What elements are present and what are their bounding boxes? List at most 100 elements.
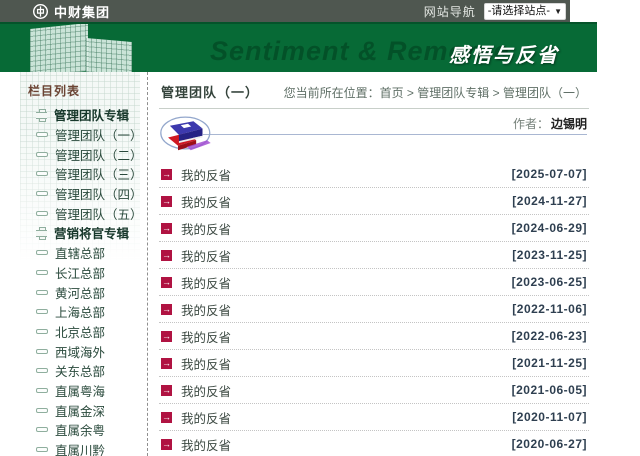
author-band: 作者：边锡明 bbox=[159, 109, 589, 159]
arrow-icon: → bbox=[161, 331, 172, 342]
sidebar-item[interactable]: 北京总部 bbox=[0, 322, 147, 342]
content-header: 管理团队（一） 您当前所在位置：首页 > 管理团队专辑 > 管理团队（一） bbox=[159, 80, 589, 109]
article-date: [2021-06-05] bbox=[512, 383, 587, 397]
arrow-icon: → bbox=[161, 304, 172, 315]
sidebar-item-label: 直属余粤 bbox=[55, 420, 105, 439]
article-link[interactable]: 我的反省 bbox=[181, 192, 231, 211]
article-date: [2021-11-25] bbox=[512, 356, 587, 370]
sidebar-item[interactable]: 管理团队（五） bbox=[0, 203, 147, 223]
sidebar-item[interactable]: 直属金深 bbox=[0, 400, 147, 420]
minus-icon bbox=[36, 171, 48, 176]
sidebar-item-label: 管理团队（三） bbox=[55, 164, 143, 183]
minus-icon bbox=[36, 152, 48, 157]
sidebar-item[interactable]: 上海总部 bbox=[0, 302, 147, 322]
site-logo[interactable]: 中财集团 bbox=[32, 2, 110, 21]
article-date: [2022-11-06] bbox=[512, 302, 587, 316]
sidebar-item-label: 长江总部 bbox=[55, 263, 105, 282]
minus-icon bbox=[36, 270, 48, 275]
sidebar: 栏目列表 管理团队专辑管理团队（一）管理团队（二）管理团队（三）管理团队（四）管… bbox=[0, 72, 148, 456]
books-icon bbox=[159, 111, 217, 155]
plus-icon bbox=[36, 227, 47, 238]
sidebar-item[interactable]: 直属粤海 bbox=[0, 381, 147, 401]
sidebar-item[interactable]: 直属余粤 bbox=[0, 420, 147, 440]
article-row: →我的反省[2023-06-25] bbox=[159, 269, 589, 296]
article-row: → 我的反省 [2021-11-25] bbox=[159, 350, 589, 377]
article-link[interactable]: 我的反省 bbox=[181, 435, 231, 454]
breadcrumb-link[interactable]: 管理团队专辑 bbox=[417, 86, 489, 100]
article-link[interactable]: 我的反省 bbox=[181, 381, 231, 400]
arrow-icon: → bbox=[161, 412, 172, 423]
minus-icon bbox=[36, 447, 48, 452]
article-link[interactable]: 我的反省 bbox=[181, 354, 231, 373]
site-select-dropdown[interactable]: -请选择站点- ▼ bbox=[484, 3, 566, 20]
logo-circle-icon bbox=[32, 3, 49, 20]
building-graphic bbox=[86, 38, 132, 72]
article-link[interactable]: 我的反省 bbox=[181, 327, 231, 346]
article-link[interactable]: 我的反省 bbox=[181, 300, 231, 319]
author-line: 作者：边锡明 bbox=[513, 115, 587, 132]
minus-icon bbox=[36, 309, 48, 314]
sidebar-item[interactable]: 营销将官专辑 bbox=[0, 223, 147, 243]
minus-icon bbox=[36, 211, 48, 216]
article-date: [2023-11-25] bbox=[512, 248, 587, 262]
minus-icon bbox=[36, 132, 48, 137]
sidebar-item[interactable]: 管理团队（一） bbox=[0, 125, 147, 145]
arrow-icon: → bbox=[161, 358, 172, 369]
article-date: [2022-06-23] bbox=[512, 329, 587, 343]
sidebar-item-label: 上海总部 bbox=[55, 302, 105, 321]
sidebar-item-label: 管理团队（四） bbox=[55, 184, 143, 203]
arrow-icon: → bbox=[161, 169, 172, 180]
minus-icon bbox=[36, 368, 48, 373]
minus-icon bbox=[36, 329, 48, 334]
sidebar-item[interactable]: 管理团队（三） bbox=[0, 164, 147, 184]
sidebar-item[interactable]: 关东总部 bbox=[0, 361, 147, 381]
minus-icon bbox=[36, 191, 48, 196]
sidebar-item-label: 黄河总部 bbox=[55, 283, 105, 302]
article-link[interactable]: 我的反省 bbox=[181, 273, 231, 292]
main-content: 管理团队（一） 您当前所在位置：首页 > 管理团队专辑 > 管理团队（一） 作者… bbox=[149, 72, 597, 456]
author-name: 边锡明 bbox=[551, 117, 587, 131]
article-link[interactable]: 我的反省 bbox=[181, 165, 231, 184]
sidebar-item[interactable]: 直辖总部 bbox=[0, 243, 147, 263]
breadcrumb-link[interactable]: 首页 bbox=[380, 86, 404, 100]
sidebar-item[interactable]: 管理团队（二） bbox=[0, 144, 147, 164]
banner: Sentiment & Remorse 感悟与反省 bbox=[0, 22, 597, 72]
arrow-icon: → bbox=[161, 385, 172, 396]
site-select-value: -请选择站点- bbox=[488, 4, 550, 19]
building-graphic bbox=[30, 23, 88, 72]
sidebar-item-label: 管理团队专辑 bbox=[54, 105, 129, 124]
author-label: 作者： bbox=[513, 117, 549, 131]
article-link[interactable]: 我的反省 bbox=[181, 408, 231, 427]
minus-icon bbox=[36, 349, 48, 354]
logo-text: 中财集团 bbox=[54, 2, 110, 21]
breadcrumb-label: 您当前所在位置： bbox=[284, 86, 380, 100]
article-link[interactable]: 我的反省 bbox=[181, 246, 231, 265]
sidebar-item-label: 营销将官专辑 bbox=[54, 223, 129, 242]
sidebar-item[interactable]: 黄河总部 bbox=[0, 282, 147, 302]
article-row: →我的反省[2020-11-07] bbox=[159, 404, 589, 431]
divider-line bbox=[203, 134, 587, 135]
top-bar: 中财集团 网站导航 -请选择站点- ▼ bbox=[0, 0, 570, 22]
arrow-icon: → bbox=[161, 196, 172, 207]
article-row: → 我的反省 [2022-11-06] bbox=[159, 296, 589, 323]
sidebar-item-label: 关东总部 bbox=[55, 361, 105, 380]
sidebar-item[interactable]: 管理团队专辑 bbox=[0, 105, 147, 125]
sidebar-item[interactable]: 管理团队（四） bbox=[0, 184, 147, 204]
article-row: → 我的反省 [2023-11-25] bbox=[159, 242, 589, 269]
sidebar-item-label: 直属金深 bbox=[55, 401, 105, 420]
chevron-down-icon: ▼ bbox=[554, 4, 562, 19]
article-link[interactable]: 我的反省 bbox=[181, 219, 231, 238]
sidebar-item[interactable]: 西域海外 bbox=[0, 341, 147, 361]
sidebar-item[interactable]: 长江总部 bbox=[0, 263, 147, 283]
article-date: [2024-11-27] bbox=[512, 194, 587, 208]
arrow-icon: → bbox=[161, 223, 172, 234]
minus-icon bbox=[36, 388, 48, 393]
sidebar-item[interactable]: 直属川黔 bbox=[0, 440, 147, 456]
minus-icon bbox=[36, 427, 48, 432]
sidebar-item-label: 直属川黔 bbox=[55, 440, 105, 456]
breadcrumb-link[interactable]: 管理团队（一） bbox=[503, 86, 587, 100]
sidebar-list: 管理团队专辑管理团队（一）管理团队（二）管理团队（三）管理团队（四）管理团队（五… bbox=[0, 105, 147, 456]
article-row: →我的反省[2024-06-29] bbox=[159, 215, 589, 242]
breadcrumb: 您当前所在位置：首页 > 管理团队专辑 > 管理团队（一） bbox=[284, 84, 587, 101]
arrow-icon: → bbox=[161, 250, 172, 261]
